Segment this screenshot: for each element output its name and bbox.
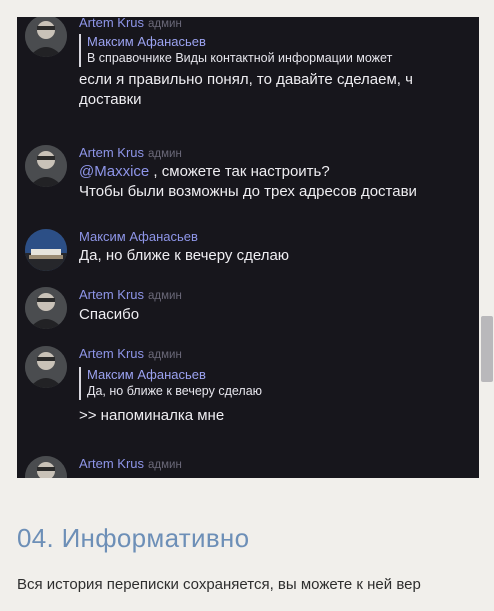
reply-quote[interactable]: Максим Афанасьев Да, но ближе к вечеру с…: [79, 367, 479, 400]
quote-author: Максим Афанасьев: [87, 367, 206, 382]
section-heading: 04. Информативно: [17, 523, 250, 553]
section-paragraph: Вся история переписки сохраняется, вы мо…: [17, 576, 421, 593]
sender-name: Artem Krus: [79, 346, 145, 361]
role-badge: админ: [148, 148, 182, 160]
artem-avatar: [25, 346, 67, 388]
artem-avatar: [25, 17, 67, 57]
message-text: если я правильно понял, то давайте сдела…: [79, 71, 413, 88]
sender-name: Artem Krus: [79, 456, 145, 471]
message-text: доставки: [79, 91, 142, 108]
role-badge: админ: [148, 290, 182, 302]
message-text: Чтобы были возможны до трех адресов дост…: [79, 183, 417, 200]
quote-text: В справочнике Виды контактной информации…: [87, 51, 393, 65]
chat-screenshot: Artem Krus админ Максим Афанасьев В справ…: [17, 17, 479, 478]
reply-quote[interactable]: Максим Афанасьев В справочнике Виды конт…: [79, 34, 479, 67]
sender-name: Максим Афанасьев: [79, 229, 198, 244]
quote-author: Максим Афанасьев: [87, 34, 206, 49]
sender-name: Artem Krus: [79, 145, 145, 160]
page-scrollbar[interactable]: [481, 316, 493, 382]
artem-avatar: [25, 145, 67, 187]
sender-name: Artem Krus: [79, 287, 145, 302]
user-mention[interactable]: @Maxxice: [79, 163, 149, 180]
message-text: , сможете так настроить?: [149, 163, 330, 180]
message-text: Спасибо: [79, 306, 140, 323]
message-text: >> напоминалка мне: [79, 407, 225, 424]
quote-text: Да, но ближе к вечеру сделаю: [87, 384, 263, 398]
artem-avatar: [25, 287, 67, 329]
role-badge: админ: [148, 459, 182, 471]
artem-avatar: [25, 456, 67, 478]
sender-name: Artem Krus: [79, 17, 145, 30]
role-badge: админ: [148, 18, 182, 30]
role-badge: админ: [148, 349, 182, 361]
maksim-avatar: [25, 229, 67, 271]
message-text: Да, но ближе к вечеру сделаю: [79, 247, 290, 264]
